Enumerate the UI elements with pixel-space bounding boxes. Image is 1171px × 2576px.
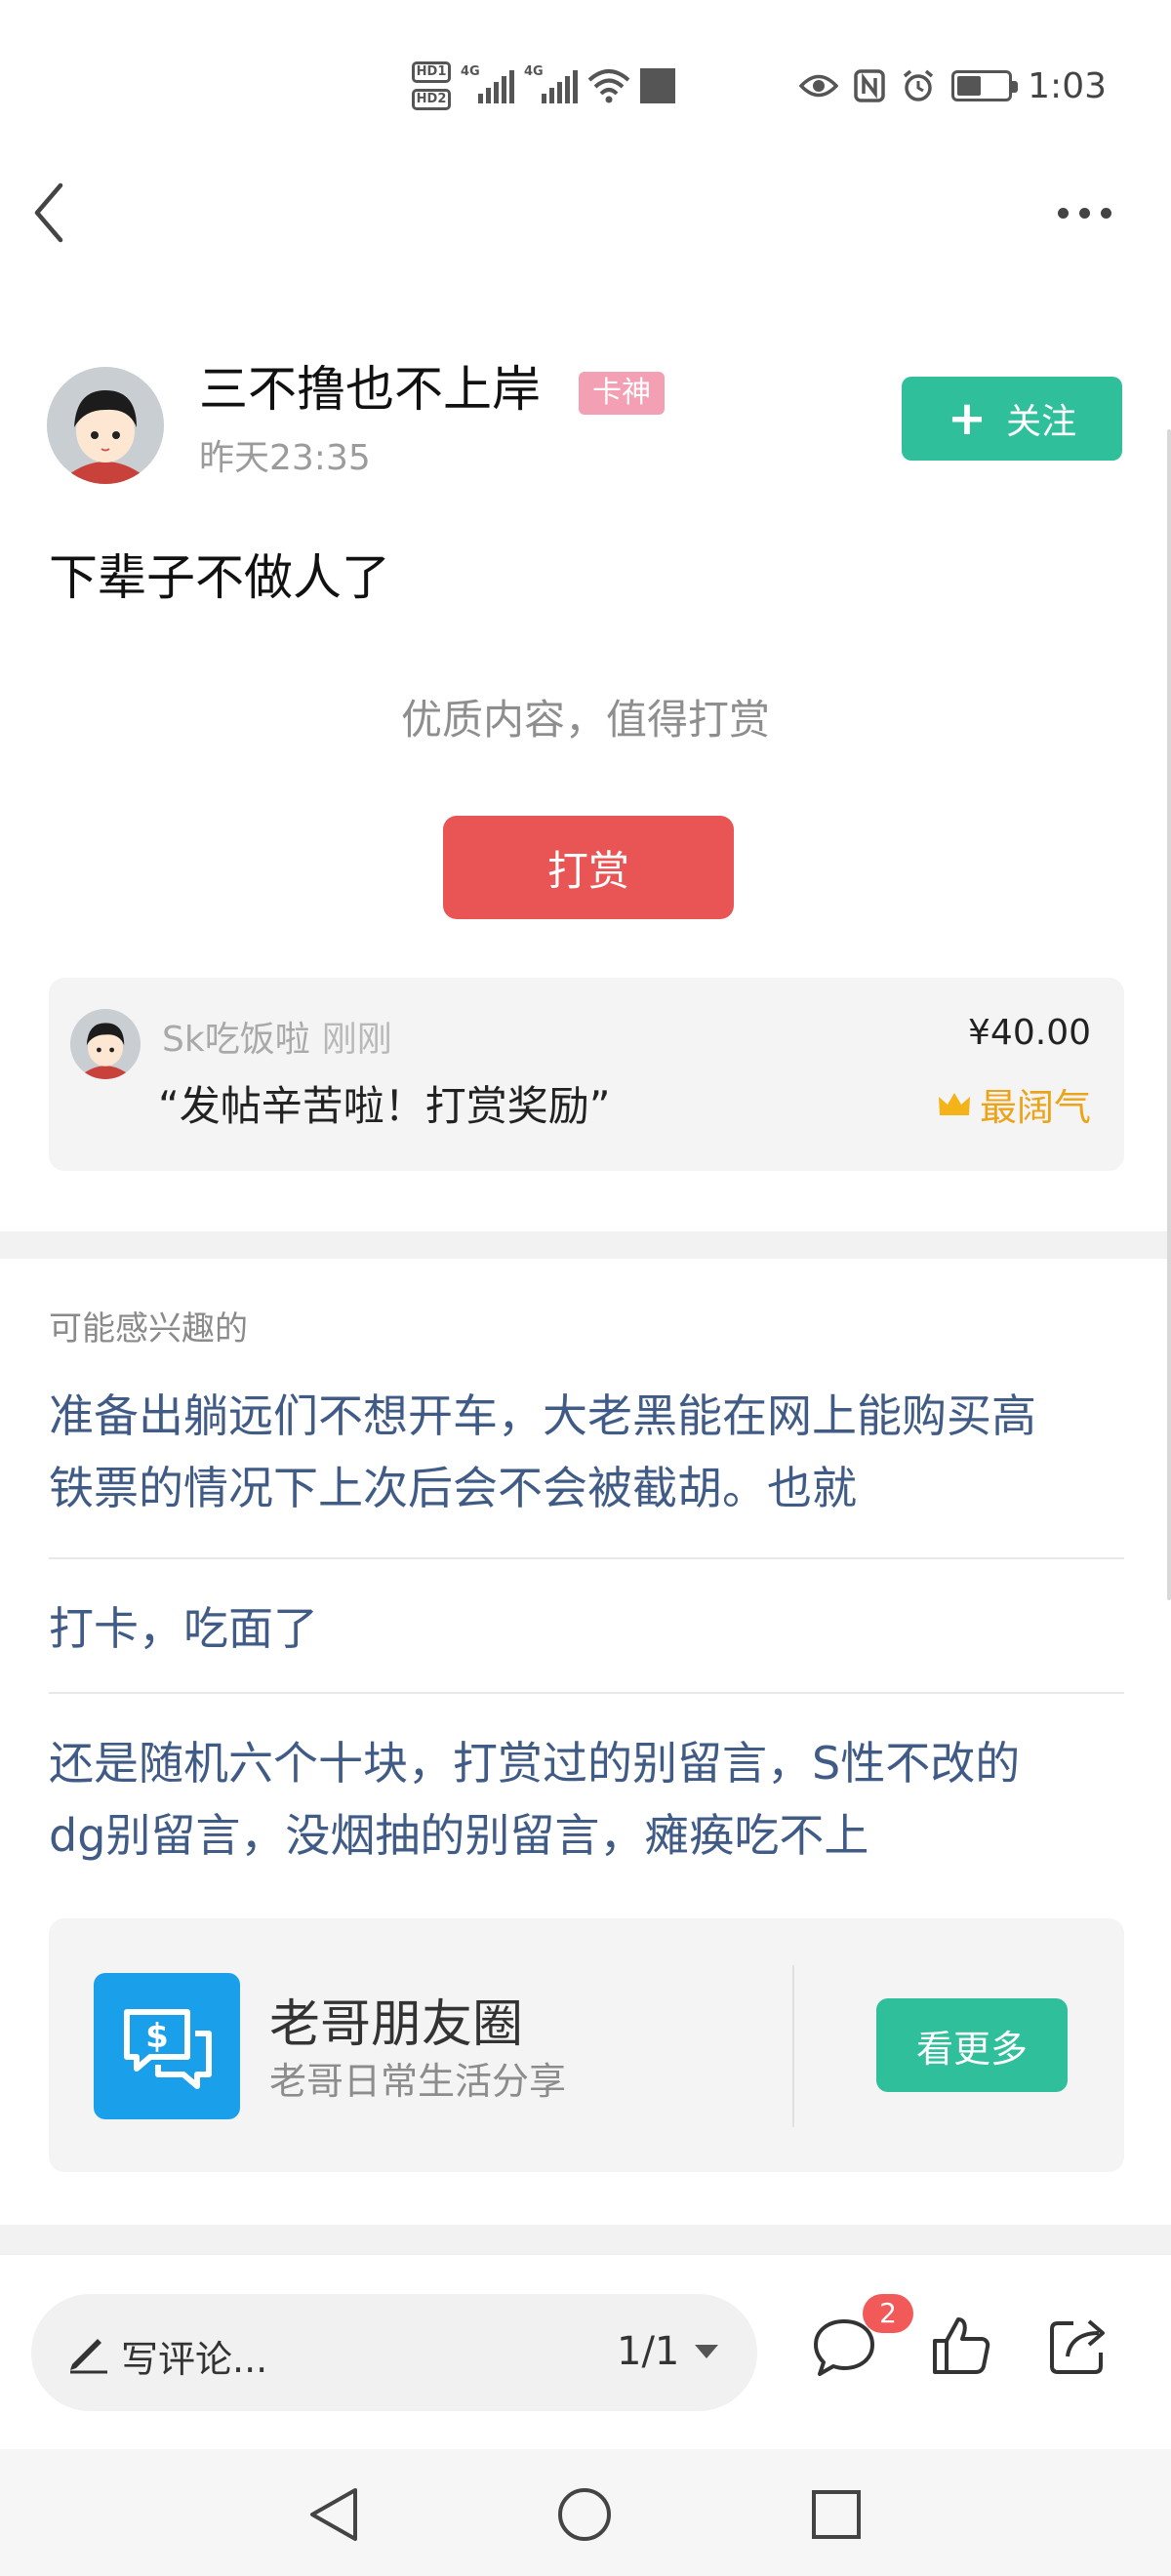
caret-down-icon <box>695 2345 719 2358</box>
tip-time: 刚刚 <box>321 1020 392 1060</box>
hd-icon: HD1 HD2 <box>412 61 451 110</box>
signal-2-icon: 4G <box>524 64 578 103</box>
network-type-1: 4G <box>461 64 480 79</box>
author-name[interactable]: 三不撸也不上岸 <box>199 357 541 422</box>
avatar-face-icon <box>47 367 164 484</box>
like-icon[interactable] <box>929 2314 993 2378</box>
page-selector[interactable]: 1/1 <box>617 2329 720 2374</box>
circle-logo: $ <box>94 1973 240 2119</box>
battery-icon <box>951 70 1019 101</box>
related-item[interactable]: 准备出躺远们不想开车，大老黑能在网上能购买高 铁票的情况下上次后会不会被截胡。也… <box>49 1380 1124 1524</box>
tip-card: Sk吃饭啦 刚刚 “发帖辛苦啦！打赏奖励” ¥40.00 最阔气 <box>49 978 1124 1171</box>
related-item[interactable]: 还是随机六个十块，打赏过的别留言，S性不改的 dg别留言，没烟抽的别留言，瘫痪吃… <box>49 1727 1124 1872</box>
tip-amount: ¥40.00 <box>968 1013 1091 1053</box>
related-label: 可能感兴趣的 <box>49 1309 248 1348</box>
nav-home-icon[interactable] <box>554 2484 615 2545</box>
related-item-line: 打卡，吃面了 <box>49 1602 318 1655</box>
more-icon[interactable] <box>1058 191 1126 234</box>
hd-sim2-icon: HD2 <box>412 89 451 110</box>
author-avatar[interactable] <box>47 367 164 484</box>
system-nav-bar <box>0 2449 1171 2576</box>
list-divider <box>49 1692 1124 1694</box>
status-time: 1:03 <box>1028 65 1107 106</box>
nav-back-icon[interactable] <box>304 2484 365 2545</box>
svg-text:$: $ <box>145 2017 169 2056</box>
see-more-button[interactable]: 看更多 <box>876 1998 1068 2092</box>
tipper-face-icon <box>70 1009 141 1079</box>
network-type-2: 4G <box>524 64 544 79</box>
follow-label: 关注 <box>1006 402 1077 442</box>
alarm-icon <box>904 69 934 101</box>
tip-message: “发帖辛苦啦！打赏奖励” <box>158 1082 611 1130</box>
circle-divider <box>792 1965 794 2127</box>
signal-1-icon: 4G <box>461 64 514 103</box>
section-divider <box>0 1231 1171 1259</box>
share-icon[interactable] <box>1046 2314 1110 2378</box>
pen-icon <box>70 2339 107 2374</box>
related-item-line: dg别留言，没烟抽的别留言，瘫痪吃不上 <box>49 1809 869 1862</box>
app-screen: HD1 HD2 4G 4G 1:03 三不撸也不上岸 卡神 昨天23:35 + … <box>0 0 1171 2576</box>
nav-recents-icon[interactable] <box>806 2484 867 2545</box>
back-icon[interactable] <box>25 176 84 250</box>
follow-button[interactable]: + 关注 <box>902 377 1122 461</box>
scrollbar[interactable] <box>1167 429 1171 1600</box>
sim2-label: 2 <box>437 92 447 106</box>
page-indicator: 1/1 <box>617 2329 680 2374</box>
wifi-icon <box>587 69 630 103</box>
post-time: 昨天23:35 <box>199 438 371 478</box>
tipper-name[interactable]: Sk吃饭啦 <box>162 1020 310 1060</box>
chat-money-icon: $ <box>124 2009 212 2089</box>
list-divider <box>49 1557 1124 1559</box>
screen-record-icon <box>640 68 675 103</box>
eye-icon <box>799 74 839 98</box>
circle-name: 老哥朋友圈 <box>269 1995 524 2054</box>
status-left: HD1 HD2 4G 4G <box>412 55 675 117</box>
nfc-icon <box>854 69 885 102</box>
reward-hint: 优质内容，值得打赏 <box>400 696 770 744</box>
comment-placeholder: 写评论... <box>121 2338 268 2381</box>
crown-icon <box>938 1092 970 1115</box>
hd-sim1-icon: HD1 <box>412 61 451 83</box>
post-body: 下辈子不做人了 <box>49 549 390 606</box>
bottom-bar: 写评论... 1/1 2 <box>0 2254 1171 2449</box>
sim1-label: 1 <box>437 64 447 79</box>
author-badge: 卡神 <box>579 372 665 415</box>
section-divider <box>0 2225 1171 2254</box>
related-item-line: 准备出躺远们不想开车，大老黑能在网上能购买高 <box>49 1389 1036 1442</box>
tip-title-label: 最阔气 <box>979 1086 1091 1129</box>
status-bar: HD1 HD2 4G 4G 1:03 <box>0 0 1171 156</box>
tipper-line: Sk吃饭啦 刚刚 <box>162 1011 392 1062</box>
circle-card[interactable]: $ 老哥朋友圈 老哥日常生活分享 看更多 <box>49 1918 1124 2172</box>
reward-button[interactable]: 打赏 <box>443 816 734 919</box>
circle-desc: 老哥日常生活分享 <box>269 2060 567 2103</box>
comment-count-badge: 2 <box>863 2294 913 2333</box>
related-item-line: 铁票的情况下上次后会不会被截胡。也就 <box>49 1462 857 1514</box>
related-item[interactable]: 打卡，吃面了 <box>49 1592 1124 1665</box>
tipper-avatar[interactable] <box>70 1009 141 1079</box>
plus-icon: + <box>947 391 988 446</box>
tip-title: 最阔气 <box>937 1077 1091 1131</box>
comment-input[interactable]: 写评论... 1/1 <box>31 2294 757 2411</box>
status-right: 1:03 <box>799 55 1107 117</box>
related-item-line: 还是随机六个十块，打赏过的别留言，S性不改的 <box>49 1737 1021 1790</box>
